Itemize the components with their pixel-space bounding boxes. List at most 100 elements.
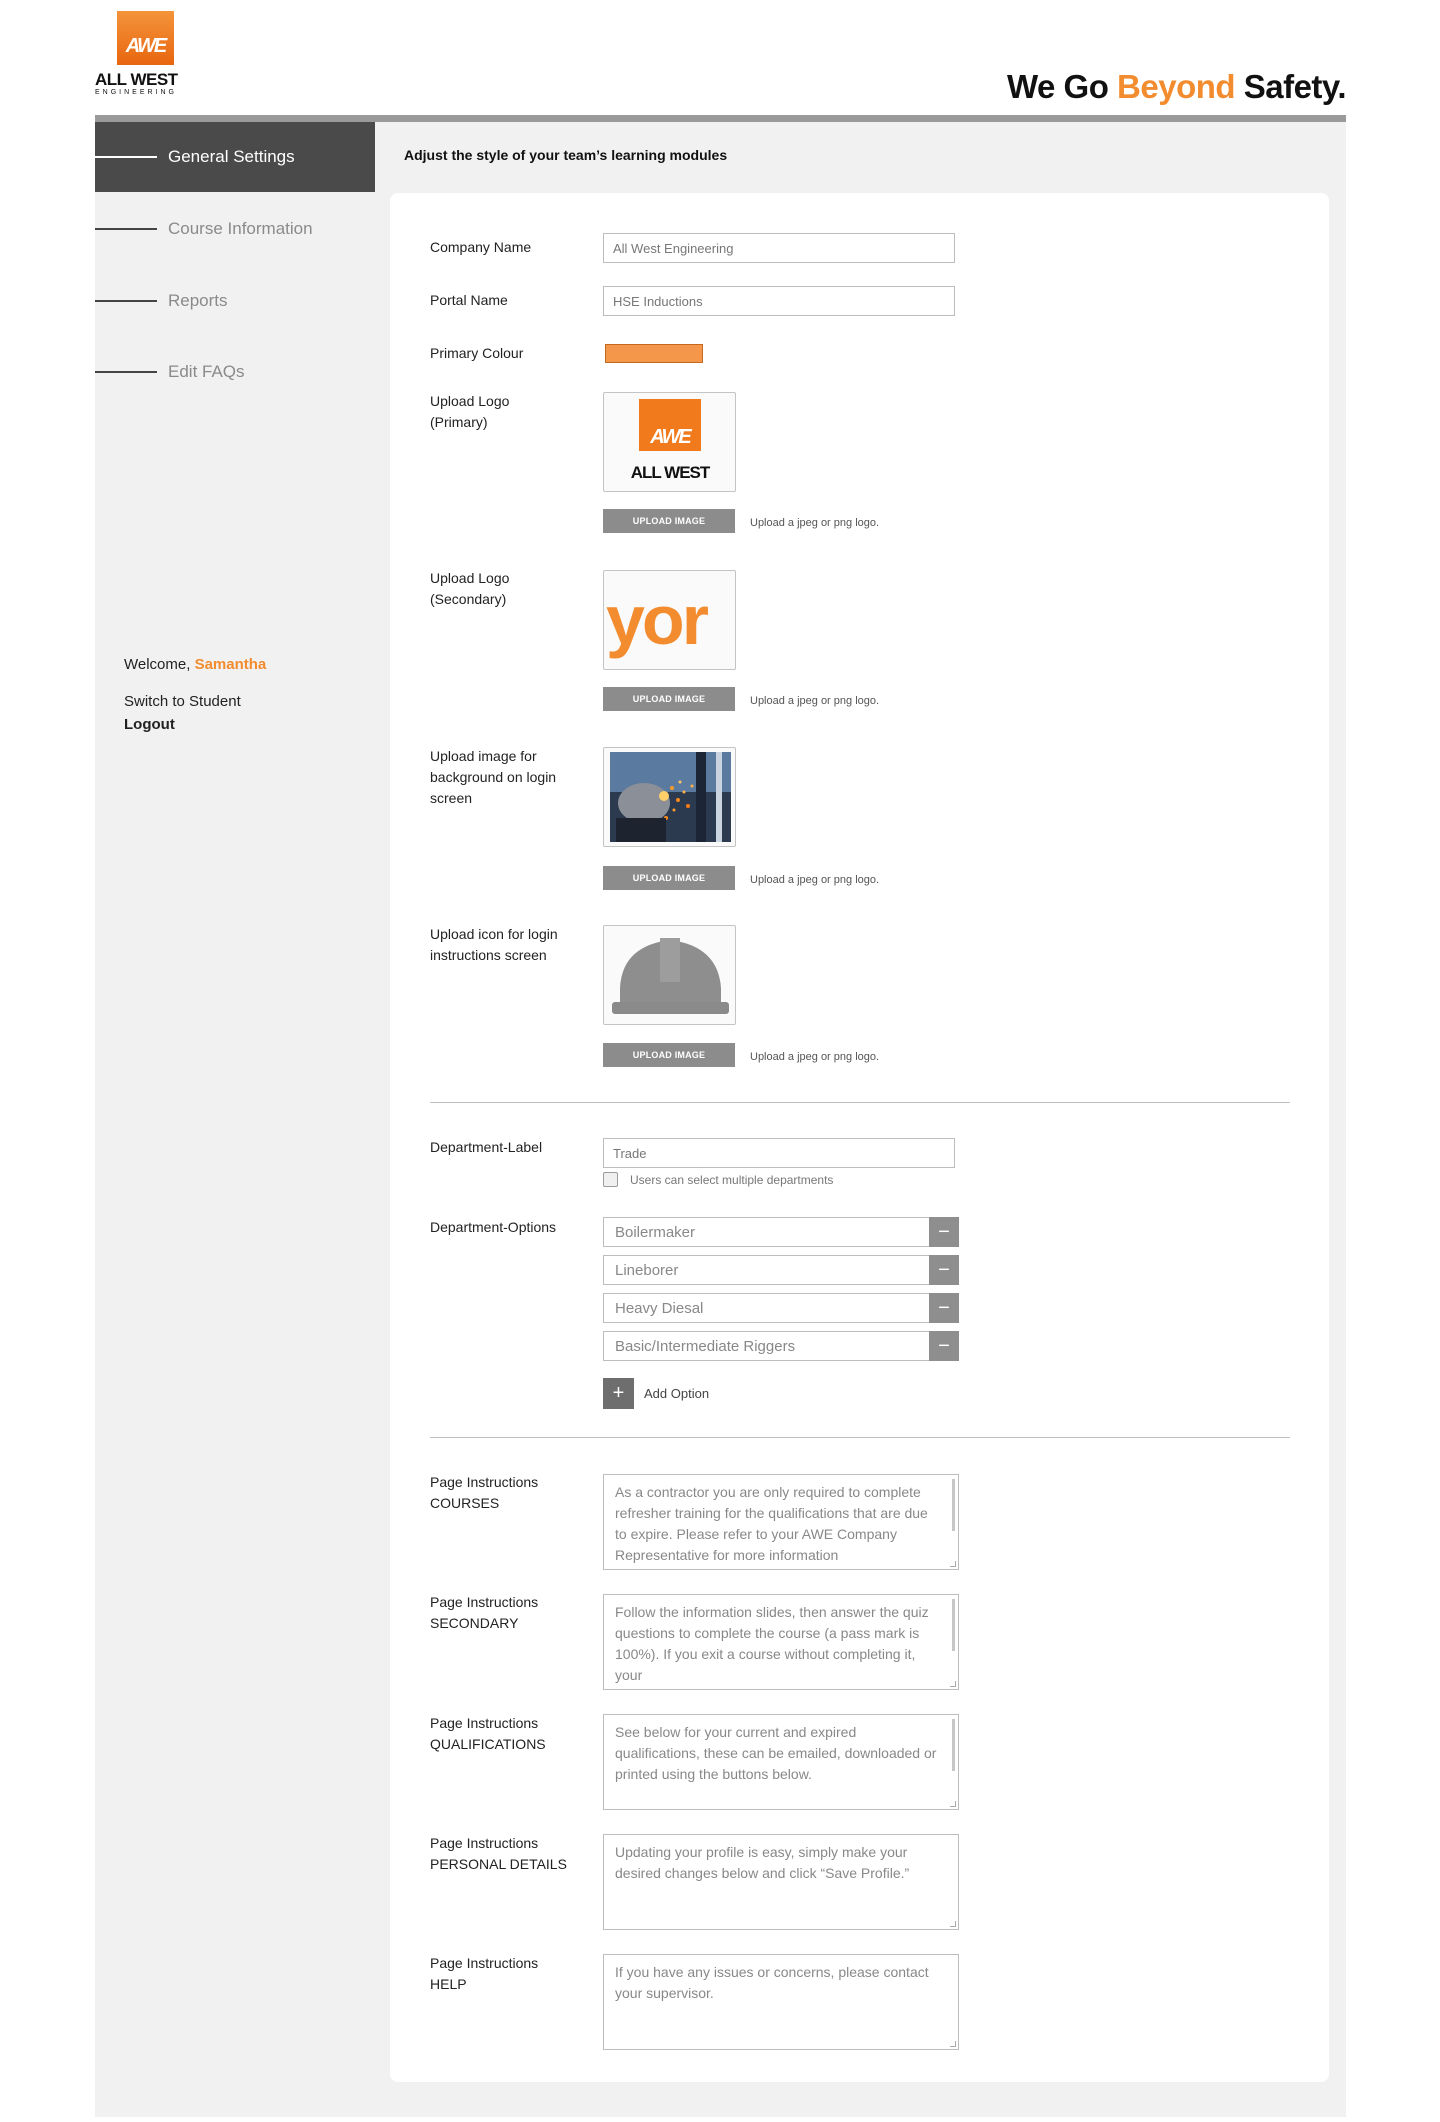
- minus-icon: −: [938, 1335, 950, 1357]
- section-divider: [430, 1437, 1290, 1438]
- label-line: Page Instructions: [430, 1835, 539, 1851]
- upload-hint: Upload a jpeg or png logo.: [750, 874, 880, 886]
- instructions-personal-details-label: Page Instructions PERSONAL DETAILS: [430, 1833, 567, 1875]
- primary-colour-label: Primary Colour: [430, 345, 524, 361]
- company-name-input[interactable]: All West Engineering: [603, 233, 955, 263]
- remove-option-button[interactable]: −: [929, 1255, 959, 1285]
- secondary-logo-text: yor: [606, 581, 709, 659]
- textarea-text: As a contractor you are only required to…: [615, 1484, 928, 1563]
- portal-name-input[interactable]: HSE Inductions: [603, 286, 955, 316]
- add-option-button[interactable]: + Add Option: [603, 1378, 709, 1409]
- department-label-label: Department-Label: [430, 1139, 543, 1155]
- upload-hint: Upload a jpeg or png logo.: [750, 517, 880, 529]
- nav-dash: [95, 156, 157, 158]
- company-logo[interactable]: AWE ALL WEST ENGINEERING: [95, 11, 199, 96]
- tagline: We Go Beyond Safety.: [1007, 68, 1347, 106]
- nav-dash: [95, 371, 157, 373]
- label-line: background on login: [430, 769, 557, 785]
- nav-dash: [95, 228, 157, 230]
- switch-to-student-link[interactable]: Switch to Student: [124, 693, 241, 710]
- logo-name: ALL WEST: [95, 70, 178, 89]
- section-divider: [430, 1102, 1290, 1103]
- textarea-text: See below for your current and expired q…: [615, 1724, 937, 1782]
- label-line: COURSES: [430, 1495, 500, 1511]
- hard-hat-icon: [612, 938, 729, 1014]
- multi-department-checkbox[interactable]: [603, 1172, 618, 1187]
- upload-primary-logo-button[interactable]: UPLOAD IMAGE: [603, 509, 735, 533]
- instructions-personal-details-textarea[interactable]: Updating your profile is easy, simply ma…: [603, 1834, 959, 1930]
- upload-login-icon-button[interactable]: UPLOAD IMAGE: [603, 1043, 735, 1067]
- scrollbar[interactable]: [952, 1719, 955, 1771]
- sidebar-item-reports[interactable]: Reports: [95, 266, 375, 336]
- sidebar-item-course-information[interactable]: Course Information: [95, 194, 375, 264]
- instructions-secondary-textarea[interactable]: Follow the information slides, then answ…: [603, 1594, 959, 1690]
- nav-dash: [95, 300, 157, 302]
- textarea-text: Follow the information slides, then answ…: [615, 1604, 929, 1683]
- upload-logo-secondary-label: Upload Logo (Secondary): [430, 568, 509, 610]
- department-label-input[interactable]: Trade: [603, 1138, 955, 1168]
- upload-hint: Upload a jpeg or png logo.: [750, 695, 880, 707]
- department-option-row: Basic/Intermediate Riggers −: [603, 1331, 959, 1361]
- sidebar-item-general-settings[interactable]: General Settings: [95, 122, 375, 192]
- login-icon-preview: [603, 925, 736, 1025]
- tagline-accent: Beyond: [1117, 68, 1236, 105]
- label-line: screen: [430, 790, 473, 806]
- instructions-help-textarea[interactable]: If you have any issues or concerns, plea…: [603, 1954, 959, 2050]
- resize-handle[interactable]: [950, 2041, 956, 2047]
- sidebar-item-label: Course Information: [168, 219, 313, 238]
- upload-background-label: Upload image for background on login scree…: [430, 746, 556, 809]
- resize-handle[interactable]: [950, 1921, 956, 1927]
- logout-link[interactable]: Logout: [124, 716, 175, 733]
- resize-handle[interactable]: [950, 1681, 956, 1687]
- department-option-row: Heavy Diesal −: [603, 1293, 959, 1323]
- instructions-qualifications-textarea[interactable]: See below for your current and expired q…: [603, 1714, 959, 1810]
- upload-logo-primary-label: Upload Logo (Primary): [430, 391, 509, 433]
- department-option-input[interactable]: Heavy Diesal: [603, 1293, 929, 1323]
- multi-department-checkbox-row[interactable]: Users can select multiple departments: [603, 1172, 833, 1187]
- resize-handle[interactable]: [950, 1561, 956, 1567]
- portal-name-label: Portal Name: [430, 292, 508, 308]
- remove-option-button[interactable]: −: [929, 1217, 959, 1247]
- sidebar-item-edit-faqs[interactable]: Edit FAQs: [95, 337, 375, 407]
- label-line: PERSONAL DETAILS: [430, 1856, 567, 1872]
- scrollbar[interactable]: [952, 1479, 955, 1531]
- department-options-label: Department-Options: [430, 1219, 557, 1235]
- scrollbar[interactable]: [952, 1599, 955, 1651]
- awe-logo-icon: AWE ALL WEST: [631, 399, 712, 482]
- label-line: HELP: [430, 1976, 467, 1992]
- resize-handle[interactable]: [950, 1801, 956, 1807]
- label-line: Page Instructions: [430, 1955, 539, 1971]
- tagline-post: Safety.: [1235, 68, 1347, 105]
- svg-text:AWE: AWE: [649, 426, 692, 448]
- instructions-courses-textarea[interactable]: As a contractor you are only required to…: [603, 1474, 959, 1570]
- department-option-input[interactable]: Lineborer: [603, 1255, 929, 1285]
- primary-colour-swatch[interactable]: [605, 344, 703, 363]
- company-name-label: Company Name: [430, 239, 532, 255]
- upload-background-button[interactable]: UPLOAD IMAGE: [603, 866, 735, 890]
- label-line: Upload Logo: [430, 393, 510, 409]
- upload-secondary-logo-button[interactable]: UPLOAD IMAGE: [603, 687, 735, 711]
- welcome-message: Welcome, Samantha: [124, 656, 266, 673]
- textarea-text: Updating your profile is easy, simply ma…: [615, 1844, 910, 1881]
- minus-icon: −: [938, 1259, 950, 1281]
- logo-abbrev: AWE: [125, 35, 168, 57]
- logo-subtitle: ENGINEERING: [95, 89, 178, 96]
- department-option-input[interactable]: Boilermaker: [603, 1217, 929, 1247]
- header-divider: [95, 115, 1346, 122]
- department-option-input[interactable]: Basic/Intermediate Riggers: [603, 1331, 929, 1361]
- background-image-preview: [603, 747, 736, 847]
- remove-option-button[interactable]: −: [929, 1331, 959, 1361]
- welcome-prefix: Welcome,: [124, 656, 195, 673]
- user-name: Samantha: [194, 656, 267, 673]
- instructions-secondary-label: Page Instructions SECONDARY: [430, 1592, 538, 1634]
- multi-department-label: Users can select multiple departments: [630, 1172, 834, 1187]
- label-line: (Primary): [430, 414, 488, 430]
- label-line: (Secondary): [430, 591, 507, 607]
- label-line: SECONDARY: [430, 1615, 519, 1631]
- sidebar-item-label: General Settings: [168, 147, 295, 166]
- awe-logo-icon: AWE: [117, 11, 174, 65]
- label-line: Page Instructions: [430, 1594, 539, 1610]
- remove-option-button[interactable]: −: [929, 1293, 959, 1323]
- secondary-logo-preview: yor: [603, 570, 736, 670]
- instructions-qualifications-label: Page Instructions QUALIFICATIONS: [430, 1713, 546, 1755]
